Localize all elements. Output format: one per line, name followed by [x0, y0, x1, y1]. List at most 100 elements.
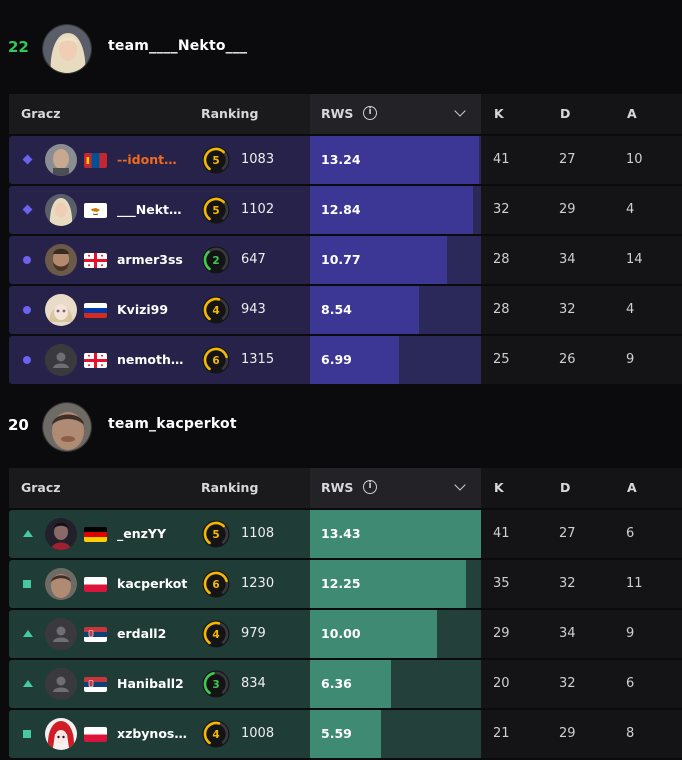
- player-nickname[interactable]: --idont…: [117, 152, 177, 167]
- info-icon[interactable]: i: [363, 106, 377, 120]
- team-avatar[interactable]: [42, 24, 92, 74]
- skill-level-icon: 5: [202, 196, 230, 224]
- kda-background: [481, 186, 682, 234]
- skill-level-icon: 6: [202, 346, 230, 374]
- table-header: Gracz Ranking RWS i K D A: [9, 94, 682, 134]
- assists-value: 4: [626, 202, 635, 217]
- triangle-up-icon: [23, 630, 33, 637]
- player-nickname[interactable]: nemoth…: [117, 352, 183, 367]
- skill-level-icon: 4: [202, 296, 230, 324]
- flag-cyprus-icon: [84, 203, 107, 218]
- elo-value: 1315: [241, 352, 275, 367]
- player-nickname[interactable]: erdall2: [117, 626, 166, 641]
- header-ranking[interactable]: Ranking: [201, 480, 258, 495]
- assists-value: 11: [626, 576, 643, 591]
- elo-value: 647: [241, 252, 266, 267]
- player-nickname[interactable]: kacperkot: [117, 576, 187, 591]
- player-row[interactable]: erdall2 4 979 10.00 29 34 9: [9, 610, 682, 658]
- player-avatar[interactable]: [45, 718, 77, 750]
- deaths-value: 29: [559, 726, 576, 741]
- dot-icon: [23, 256, 31, 264]
- kills-value: 28: [493, 252, 510, 267]
- assists-value: 6: [626, 526, 635, 541]
- player-avatar[interactable]: [45, 568, 77, 600]
- elo-value: 1102: [241, 202, 275, 217]
- player-avatar[interactable]: [45, 518, 77, 550]
- triangle-up-icon: [23, 680, 33, 687]
- player-avatar[interactable]: [45, 144, 77, 176]
- triangle-up-icon: [23, 530, 33, 537]
- team-header: 20 team_kacperkot: [0, 400, 682, 460]
- player-row[interactable]: kacperkot 6 1230 12.25 35 32 11: [9, 560, 682, 608]
- team-name[interactable]: team_kacperkot: [108, 416, 237, 432]
- flag-serbia-icon: [84, 677, 107, 692]
- kills-value: 21: [493, 726, 510, 741]
- rws-value: 8.54: [321, 302, 352, 317]
- flag-georgia-icon: [84, 353, 107, 368]
- assists-value: 8: [626, 726, 635, 741]
- player-row[interactable]: xzbynos… 4 1008 5.59 21 29 8: [9, 710, 682, 758]
- team-avatar[interactable]: [42, 402, 92, 452]
- player-row[interactable]: --idont… 5 1083 13.24 41 27 10: [9, 136, 682, 184]
- kills-value: 25: [493, 352, 510, 367]
- player-nickname[interactable]: armer3ss: [117, 252, 183, 267]
- header-rws[interactable]: RWS: [321, 106, 353, 121]
- player-nickname[interactable]: Haniball2: [117, 676, 184, 691]
- team-section: 20 team_kacperkot: [0, 400, 682, 460]
- player-avatar[interactable]: [45, 618, 77, 650]
- svg-text:5: 5: [212, 529, 219, 541]
- player-avatar[interactable]: [45, 668, 77, 700]
- player-avatar[interactable]: [45, 344, 77, 376]
- header-a[interactable]: A: [627, 480, 637, 495]
- player-row[interactable]: Haniball2 3 834 6.36 20 32 6: [9, 660, 682, 708]
- header-d[interactable]: D: [560, 480, 570, 495]
- flag-poland-icon: [84, 577, 107, 592]
- skill-level-icon: 6: [202, 570, 230, 598]
- deaths-value: 29: [559, 202, 576, 217]
- header-d[interactable]: D: [560, 106, 570, 121]
- dot-icon: [23, 356, 31, 364]
- player-nickname[interactable]: _enzYY: [117, 526, 166, 541]
- player-row[interactable]: ___Nekt… 5 1102 12.84 32 29 4: [9, 186, 682, 234]
- kills-value: 29: [493, 626, 510, 641]
- rws-value: 13.43: [321, 526, 361, 541]
- scoreboard-table: Gracz Ranking RWS i K D A _enzYY 5 1108 13.…: [9, 468, 682, 758]
- scoreboard-table: Gracz Ranking RWS i K D A --idont… 5 1083 1…: [9, 94, 682, 384]
- player-avatar[interactable]: [45, 294, 77, 326]
- kda-background: [481, 236, 682, 284]
- team-name[interactable]: team____Nekto___: [108, 38, 247, 54]
- svg-text:4: 4: [212, 729, 219, 741]
- svg-text:4: 4: [212, 305, 219, 317]
- kda-background: [481, 510, 682, 558]
- player-row[interactable]: nemoth… 6 1315 6.99 25 26 9: [9, 336, 682, 384]
- team-header: 22 team____Nekto___: [0, 22, 682, 82]
- kda-background: [481, 336, 682, 384]
- header-player: Gracz: [21, 480, 61, 495]
- player-nickname[interactable]: Kvizi99: [117, 302, 168, 317]
- kills-value: 20: [493, 676, 510, 691]
- player-avatar[interactable]: [45, 194, 77, 226]
- info-icon[interactable]: i: [363, 480, 377, 494]
- header-ranking[interactable]: Ranking: [201, 106, 258, 121]
- header-player: Gracz: [21, 106, 61, 121]
- header-k[interactable]: K: [494, 480, 504, 495]
- kills-value: 35: [493, 576, 510, 591]
- rws-value: 10.77: [321, 252, 361, 267]
- team-score: 20: [8, 416, 29, 434]
- deaths-value: 32: [559, 676, 576, 691]
- header-rws[interactable]: RWS: [321, 480, 353, 495]
- player-row[interactable]: _enzYY 5 1108 13.43 41 27 6: [9, 510, 682, 558]
- svg-text:5: 5: [212, 205, 219, 217]
- player-nickname[interactable]: xzbynos…: [117, 726, 187, 741]
- kda-background: [481, 610, 682, 658]
- kda-background: [481, 660, 682, 708]
- player-avatar[interactable]: [45, 244, 77, 276]
- skill-level-icon: 2: [202, 246, 230, 274]
- header-k[interactable]: K: [494, 106, 504, 121]
- header-a[interactable]: A: [627, 106, 637, 121]
- player-row[interactable]: Kvizi99 4 943 8.54 28 32 4: [9, 286, 682, 334]
- flag-serbia-icon: [84, 627, 107, 642]
- player-row[interactable]: armer3ss 2 647 10.77 28 34 14: [9, 236, 682, 284]
- deaths-value: 26: [559, 352, 576, 367]
- player-nickname[interactable]: ___Nekt…: [117, 202, 181, 217]
